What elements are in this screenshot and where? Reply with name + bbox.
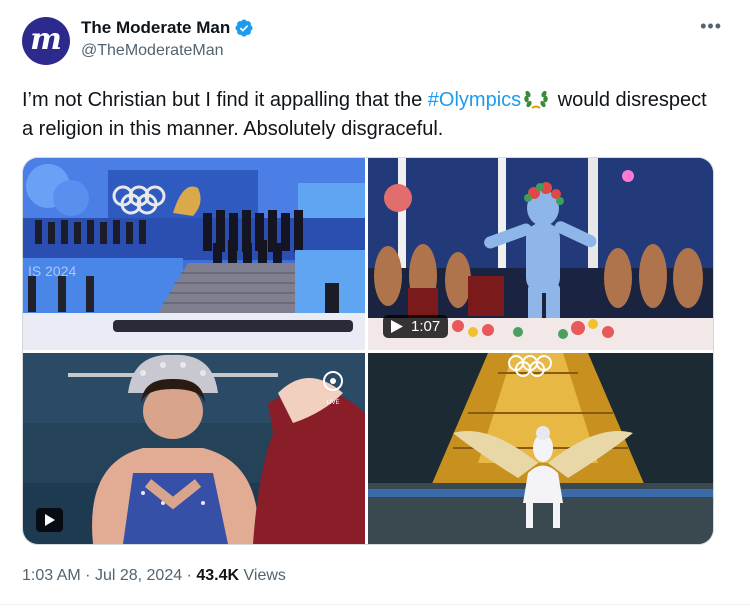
tweet-text: I’m not Christian but I find it appallin… (22, 86, 722, 144)
choir-stage-image: IS 2024 (23, 158, 365, 350)
media-photo-choir-stage[interactable]: IS 2024 (23, 158, 365, 350)
avatar[interactable]: m (22, 17, 70, 65)
video-duration-badge: 1:07 (383, 315, 449, 338)
more-options-icon[interactable]: ••• (700, 16, 722, 37)
play-icon (391, 320, 403, 333)
tweet-meta: 1:03 AM · Jul 28, 2024 · 43.4K Views (22, 567, 286, 585)
views-count[interactable]: 43.4K (196, 567, 239, 584)
headdress-performer-image: LIVE (23, 353, 365, 544)
video-duration: 1:07 (411, 318, 441, 335)
meta-separator: · (186, 567, 192, 584)
display-name[interactable]: The Moderate Man (81, 18, 230, 38)
tweet-text-before: I’m not Christian but I find it appallin… (22, 89, 428, 111)
divider (0, 604, 750, 605)
play-icon (44, 514, 55, 526)
media-video-performer[interactable]: 1:07 (368, 158, 713, 350)
post-date[interactable]: Jul 28, 2024 (95, 567, 182, 584)
hashtag-link[interactable]: #Olympics (428, 89, 521, 111)
broadcaster-live-label: LIVE (326, 400, 339, 406)
meta-separator: · (85, 567, 91, 584)
avatar-letter: m (30, 22, 62, 57)
verified-badge-icon (235, 19, 253, 37)
media-photo-eiffel-rider[interactable] (368, 353, 713, 544)
media-grid[interactable]: IS 2024 1:07 LIVE (22, 157, 714, 545)
media-video-headdress-performer[interactable]: LIVE (23, 353, 365, 544)
author-name-row: The Moderate Man (81, 18, 254, 38)
author-handle[interactable]: @TheModerateMan (81, 42, 224, 60)
olympic-wreath-icon (524, 90, 548, 109)
post-time[interactable]: 1:03 AM (22, 567, 81, 584)
views-label: Views (243, 567, 286, 584)
play-button[interactable] (36, 508, 63, 532)
eiffel-rider-image (368, 353, 713, 544)
